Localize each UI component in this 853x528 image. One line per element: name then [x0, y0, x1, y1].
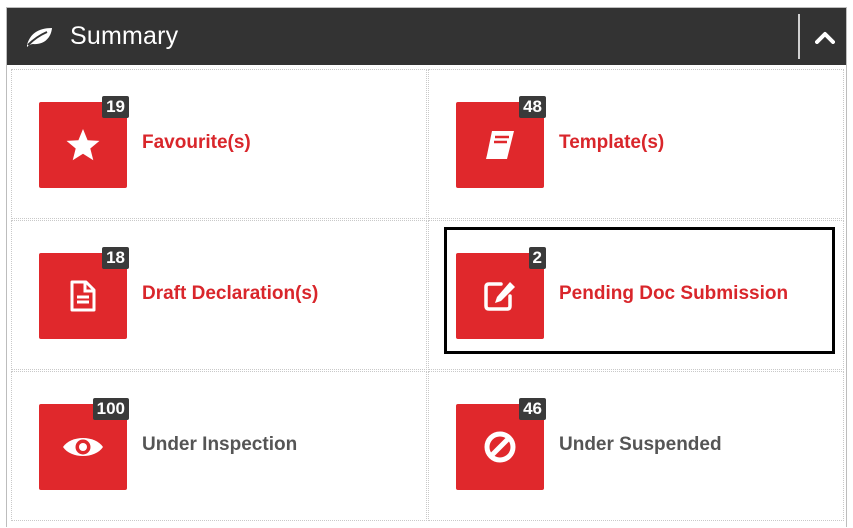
summary-item-under-inspection: 100 Under Inspection — [11, 371, 427, 521]
under-suspended-link[interactable]: Under Suspended — [559, 434, 722, 456]
document-icon — [70, 280, 96, 312]
pending-doc-submission-link[interactable]: Pending Doc Submission — [559, 283, 788, 305]
summary-item-favourites: 19 Favourite(s) — [11, 69, 427, 219]
eye-icon — [63, 438, 103, 456]
chevron-up-icon — [815, 31, 835, 44]
count-badge: 19 — [102, 96, 129, 118]
summary-item-under-suspended: 46 Under Suspended — [428, 371, 844, 521]
favourites-link[interactable]: Favourite(s) — [142, 132, 251, 154]
book-icon — [486, 131, 514, 159]
collapse-button[interactable] — [803, 8, 847, 65]
draft-declarations-tile[interactable]: 18 — [39, 247, 129, 339]
header-divider — [798, 14, 800, 59]
panel-title: Summary — [70, 22, 179, 50]
draft-declarations-link[interactable]: Draft Declaration(s) — [142, 283, 318, 305]
summary-item-templates: 48 Template(s) — [428, 69, 844, 219]
summary-header: Summary — [7, 8, 846, 65]
pending-doc-submission-tile[interactable]: 2 — [456, 247, 546, 339]
summary-item-pending-doc-submission: 2 Pending Doc Submission — [428, 220, 844, 370]
count-badge: 46 — [519, 398, 546, 420]
count-badge: 2 — [528, 247, 546, 269]
count-badge: 48 — [519, 96, 546, 118]
summary-grid: 19 Favourite(s) 48 Template(s) 18 Draft … — [11, 69, 844, 528]
count-badge: 18 — [102, 247, 129, 269]
ban-icon — [484, 431, 516, 463]
under-inspection-tile[interactable]: 100 — [39, 398, 129, 490]
favourites-tile[interactable]: 19 — [39, 96, 129, 188]
templates-link[interactable]: Template(s) — [559, 132, 664, 154]
templates-tile[interactable]: 48 — [456, 96, 546, 188]
count-badge: 100 — [92, 398, 129, 420]
under-suspended-tile[interactable]: 46 — [456, 398, 546, 490]
summary-item-draft-declarations: 18 Draft Declaration(s) — [11, 220, 427, 370]
leaf-icon — [24, 25, 54, 49]
summary-panel: Summary 19 Favourite(s) 48 Template(s) 1… — [6, 7, 847, 527]
star-icon — [66, 129, 100, 161]
under-inspection-link[interactable]: Under Inspection — [142, 434, 297, 456]
edit-icon — [484, 282, 515, 311]
